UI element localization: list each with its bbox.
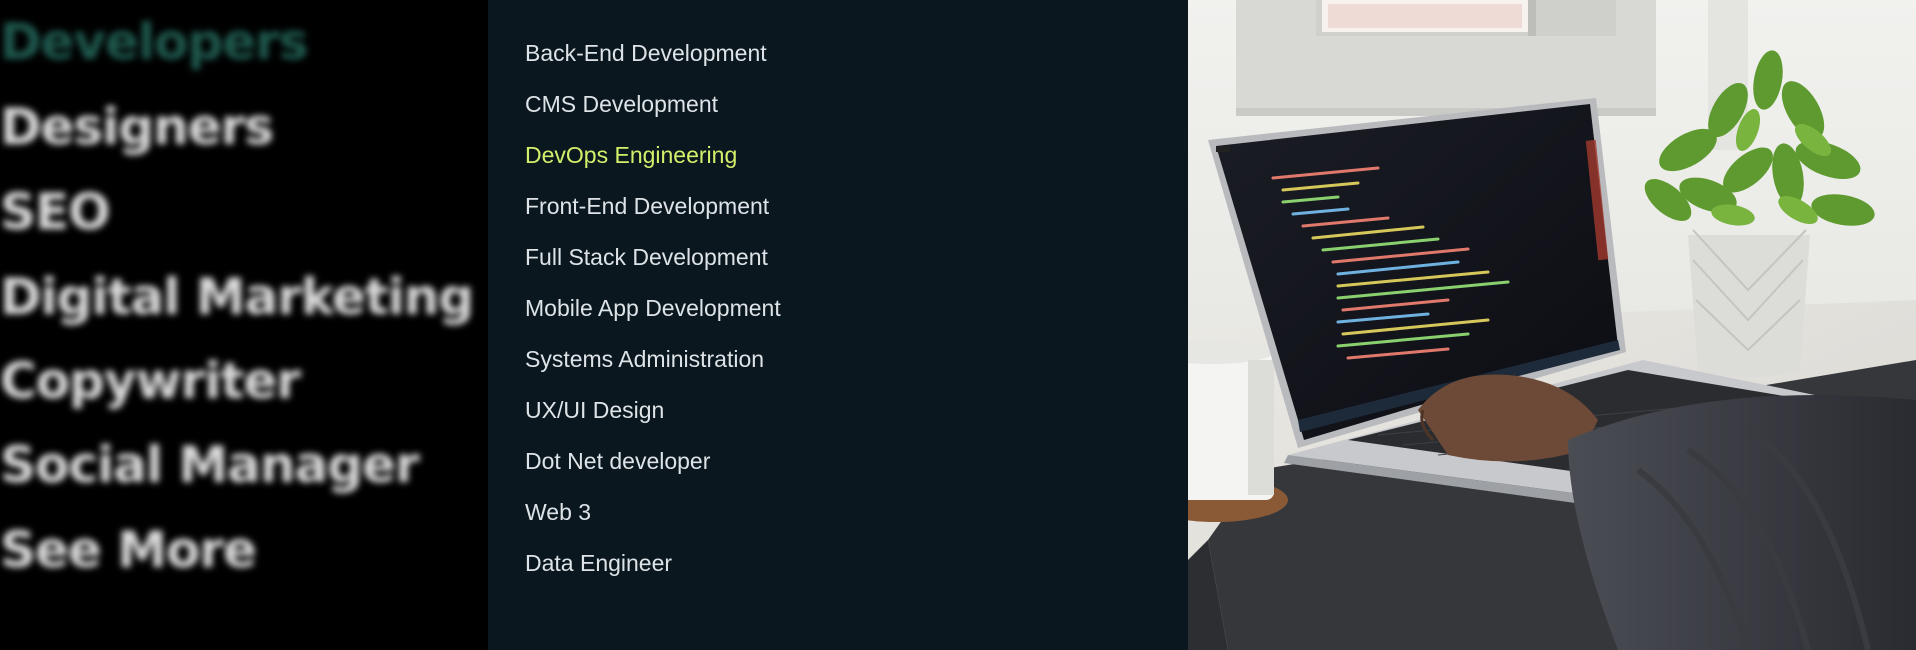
category-list: Developers Designers SEO Digital Marketi…: [0, 0, 488, 650]
role-item-front-end[interactable]: Front-End Development: [525, 186, 781, 237]
role-item-back-end[interactable]: Back-End Development: [525, 33, 781, 84]
role-item-ux-ui[interactable]: UX/UI Design: [525, 390, 781, 441]
category-see-more[interactable]: See More: [0, 525, 257, 575]
role-item-dot-net[interactable]: Dot Net developer: [525, 441, 781, 492]
role-item-cms[interactable]: CMS Development: [525, 84, 781, 135]
roles-list: Back-End Development CMS Development Dev…: [525, 33, 781, 594]
category-designers[interactable]: Designers: [0, 102, 274, 152]
role-item-full-stack[interactable]: Full Stack Development: [525, 237, 781, 288]
role-item-mobile-app[interactable]: Mobile App Development: [525, 288, 781, 339]
category-developers[interactable]: Developers: [0, 17, 309, 67]
category-social-manager[interactable]: Social Manager: [0, 440, 420, 490]
role-item-systems-admin[interactable]: Systems Administration: [525, 339, 781, 390]
role-item-web3[interactable]: Web 3: [525, 492, 781, 543]
category-seo[interactable]: SEO: [0, 187, 111, 237]
category-copywriter[interactable]: Copywriter: [0, 356, 301, 406]
roles-panel: Back-End Development CMS Development Dev…: [488, 0, 1188, 650]
category-digital-marketing[interactable]: Digital Marketing: [0, 272, 474, 322]
role-item-devops[interactable]: DevOps Engineering: [525, 135, 781, 186]
role-item-data-engineer[interactable]: Data Engineer: [525, 543, 781, 594]
laptop-photo: [1188, 0, 1916, 650]
